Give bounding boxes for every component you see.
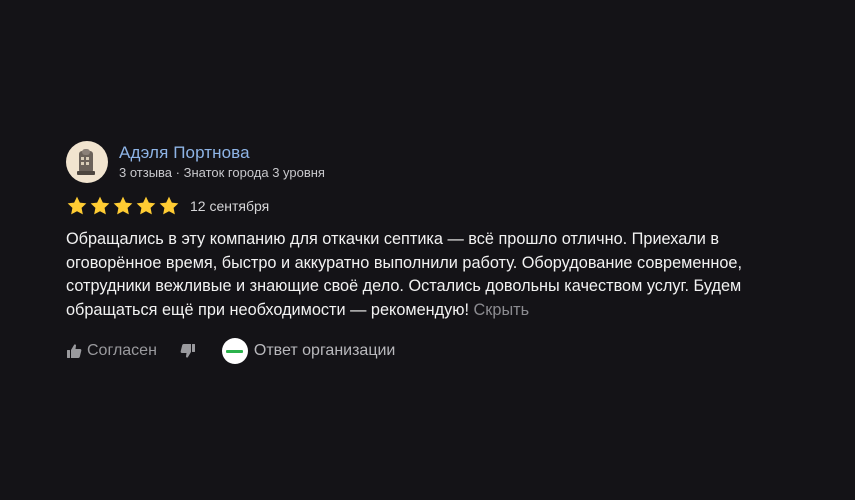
agree-label: Согласен bbox=[87, 342, 157, 359]
organization-logo bbox=[221, 338, 248, 364]
star-icon bbox=[136, 196, 156, 215]
org-reply-label: Ответ организации bbox=[253, 342, 396, 359]
org-reply-button[interactable]: Ответ организации bbox=[221, 338, 396, 364]
author-info: Адэля Портнова 3 отзыва · Знаток города … bbox=[119, 142, 325, 182]
author-avatar[interactable] bbox=[66, 141, 108, 183]
rating-stars bbox=[66, 195, 180, 217]
review-header: Адэля Портнова 3 отзыва · Знаток города … bbox=[66, 141, 796, 183]
star-icon bbox=[113, 196, 133, 215]
review-text: Обращались в эту компанию для откачки се… bbox=[66, 230, 743, 319]
review-actions: Согласен Ответ организации bbox=[66, 338, 796, 364]
hide-link[interactable]: Скрыть bbox=[474, 301, 530, 319]
rating-row: 12 сентября bbox=[66, 195, 796, 217]
review-text-block: Обращались в эту компанию для откачки се… bbox=[66, 228, 786, 322]
star-icon bbox=[67, 196, 87, 215]
avatar-image bbox=[77, 149, 95, 175]
star-icon bbox=[159, 196, 179, 215]
thumbs-up-icon bbox=[67, 344, 82, 358]
star-icon bbox=[90, 196, 110, 215]
thumbs-down-icon bbox=[180, 344, 195, 358]
review-card: Адэля Портнова 3 отзыва · Знаток города … bbox=[66, 141, 796, 364]
organization-logo-mark bbox=[226, 349, 244, 353]
author-name[interactable]: Адэля Портнова bbox=[119, 142, 325, 164]
agree-button[interactable]: Согласен bbox=[66, 342, 157, 360]
review-date: 12 сентября bbox=[190, 198, 270, 214]
author-meta: 3 отзыва · Знаток города 3 уровня bbox=[119, 165, 325, 180]
disagree-button[interactable] bbox=[180, 343, 196, 359]
